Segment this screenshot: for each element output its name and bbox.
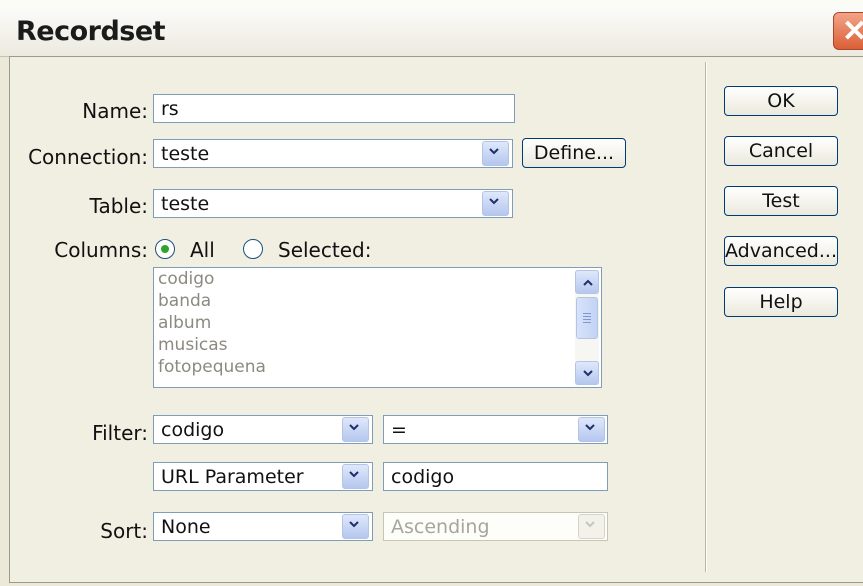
sort-label: Sort: <box>100 519 148 543</box>
thumb-grip <box>583 313 591 314</box>
connection-label: Connection: <box>28 145 148 169</box>
filter-value-input[interactable]: codigo <box>383 462 608 491</box>
chevron-down-icon <box>489 148 499 155</box>
chevron-up-icon <box>583 279 593 286</box>
ok-button[interactable]: OK <box>724 86 838 116</box>
close-icon: ✕ <box>842 15 863 48</box>
name-label: Name: <box>82 99 148 123</box>
list-item[interactable]: album <box>154 312 601 334</box>
name-input[interactable]: rs <box>153 94 515 123</box>
table-label: Table: <box>89 194 148 218</box>
columns-all-radio[interactable] <box>155 239 175 259</box>
filter-column-select[interactable]: codigo <box>153 415 373 444</box>
thumb-grip <box>583 322 591 323</box>
filter-source-select[interactable]: URL Parameter <box>153 462 373 491</box>
chevron-down-icon <box>583 370 593 377</box>
columns-all-label[interactable]: All <box>190 238 215 262</box>
filter-operator-select[interactable]: = <box>383 415 608 444</box>
filter-source-dropdown-button[interactable] <box>342 464 369 489</box>
test-button[interactable]: Test <box>724 186 838 216</box>
connection-select[interactable]: teste <box>153 139 513 168</box>
columns-selected-label[interactable]: Selected: <box>278 238 371 262</box>
sort-order-select: Ascending <box>383 512 608 541</box>
chevron-down-icon <box>489 198 499 205</box>
close-button[interactable]: ✕ <box>833 12 863 50</box>
list-item[interactable]: codigo <box>154 268 601 290</box>
chevron-down-icon <box>349 424 359 431</box>
chevron-down-icon <box>349 471 359 478</box>
radio-selected-dot <box>161 245 169 253</box>
cancel-button[interactable]: Cancel <box>724 136 838 166</box>
chevron-down-icon <box>585 424 595 431</box>
filter-label: Filter: <box>92 421 148 445</box>
scroll-up-button[interactable] <box>575 270 599 294</box>
connection-dropdown-button[interactable] <box>482 141 509 166</box>
columns-selected-radio[interactable] <box>243 239 263 259</box>
sort-column-dropdown-button[interactable] <box>342 514 369 539</box>
columns-scrollbar[interactable] <box>575 270 599 385</box>
filter-operator-dropdown-button[interactable] <box>578 417 605 442</box>
advanced-button[interactable]: Advanced... <box>724 236 838 266</box>
thumb-grip <box>583 319 591 320</box>
scroll-down-button[interactable] <box>575 361 599 385</box>
thumb-grip <box>583 316 591 317</box>
columns-label: Columns: <box>54 238 148 262</box>
chevron-down-icon <box>585 521 595 528</box>
sort-order-dropdown-button <box>578 514 605 539</box>
list-item[interactable]: banda <box>154 290 601 312</box>
list-item[interactable]: fotopequena <box>154 356 601 378</box>
list-item[interactable]: musicas <box>154 334 601 356</box>
dialog-title: Recordset <box>16 16 166 47</box>
define-button[interactable]: Define... <box>522 138 626 168</box>
filter-column-dropdown-button[interactable] <box>342 417 369 442</box>
columns-list[interactable]: codigo banda album musicas fotopequena <box>153 267 602 388</box>
scroll-thumb[interactable] <box>576 297 598 339</box>
table-dropdown-button[interactable] <box>482 191 509 216</box>
help-button[interactable]: Help <box>724 287 838 317</box>
vertical-separator <box>705 62 707 572</box>
title-bar[interactable]: Recordset ✕ <box>0 8 863 57</box>
sort-column-select[interactable]: None <box>153 512 373 541</box>
table-select[interactable]: teste <box>153 189 513 218</box>
chevron-down-icon <box>349 521 359 528</box>
